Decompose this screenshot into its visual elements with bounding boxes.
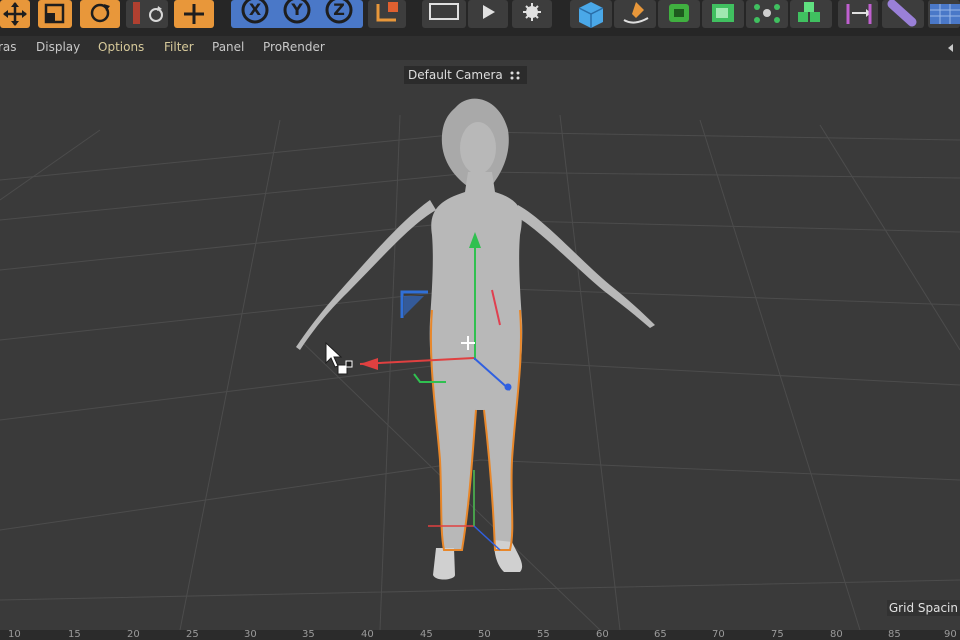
ruler-tick: 30 bbox=[244, 630, 257, 640]
ruler-tick: 55 bbox=[537, 630, 550, 640]
ruler-tick: 40 bbox=[361, 630, 374, 640]
character-arm-left bbox=[296, 200, 436, 350]
cube-object-button[interactable] bbox=[570, 0, 612, 28]
camera-label-text: Default Camera bbox=[408, 68, 503, 82]
viewport-menubar: ras Display Options Filter Panel ProRend… bbox=[0, 36, 960, 60]
ruler-tick: 65 bbox=[654, 630, 667, 640]
character-head bbox=[460, 122, 496, 174]
fields-button[interactable] bbox=[838, 0, 878, 28]
floor-object-button[interactable] bbox=[928, 0, 960, 28]
y-axis-button-label: Y bbox=[290, 0, 303, 19]
ruler-tick: 20 bbox=[127, 630, 140, 640]
camera-icon bbox=[887, 0, 917, 27]
ruler-tick: 35 bbox=[302, 630, 315, 640]
rotate-tool-button[interactable] bbox=[80, 0, 120, 28]
character-shoe-left bbox=[433, 548, 455, 580]
camera-dots-icon bbox=[510, 71, 520, 80]
subdivision-button[interactable] bbox=[658, 0, 700, 28]
coordinate-system-button[interactable] bbox=[368, 0, 406, 28]
render-settings-button[interactable] bbox=[512, 0, 552, 28]
axis-lock-group: X Y Z bbox=[231, 0, 363, 28]
menu-panel[interactable]: Panel bbox=[212, 40, 244, 54]
ruler-tick: 50 bbox=[478, 630, 491, 640]
render-view-icon bbox=[483, 5, 495, 19]
move-icon bbox=[3, 2, 27, 26]
menu-filter[interactable]: Filter bbox=[164, 40, 194, 54]
mograph-icon bbox=[754, 4, 780, 23]
render-region-icon bbox=[429, 3, 459, 20]
grid-spacing-label: Grid Spacin bbox=[886, 600, 960, 616]
render-region-button[interactable] bbox=[422, 0, 466, 28]
viewport-scene bbox=[0, 98, 960, 630]
ruler-tick: 45 bbox=[420, 630, 433, 640]
generators-icon bbox=[712, 4, 734, 22]
x-axis-button-label: X bbox=[249, 0, 262, 19]
deformers-button[interactable] bbox=[790, 0, 832, 28]
ruler-tick: 85 bbox=[888, 630, 901, 640]
perspective-viewport[interactable]: Default Camera Grid Spacin bbox=[0, 60, 960, 630]
menu-prorender[interactable]: ProRender bbox=[263, 40, 325, 54]
fields-icon bbox=[846, 4, 872, 24]
ruler-tick: 90 bbox=[944, 630, 957, 640]
menu-options[interactable]: Options bbox=[98, 40, 144, 54]
recent-tools-icon bbox=[133, 2, 163, 24]
panel-arrows-icon[interactable] bbox=[946, 42, 958, 54]
spline-pen-icon bbox=[623, 2, 649, 24]
add-icon bbox=[184, 4, 204, 24]
spline-pen-button[interactable] bbox=[614, 0, 656, 28]
mograph-button[interactable] bbox=[746, 0, 788, 28]
scale-icon bbox=[44, 3, 65, 24]
ruler-tick: 60 bbox=[596, 630, 609, 640]
menu-display[interactable]: Display bbox=[36, 40, 80, 54]
recent-tools-button[interactable] bbox=[126, 0, 168, 28]
z-axis-button-label: Z bbox=[333, 0, 345, 19]
render-settings-icon bbox=[523, 3, 541, 21]
ruler-tick: 25 bbox=[186, 630, 199, 640]
ruler-tick: 10 bbox=[8, 630, 21, 640]
ruler-tick: 70 bbox=[712, 630, 725, 640]
coordinate-system-icon bbox=[376, 2, 398, 22]
cube-icon bbox=[578, 2, 604, 28]
menu-cameras[interactable]: ras bbox=[0, 40, 17, 54]
ruler-tick: 80 bbox=[830, 630, 843, 640]
deformers-icon bbox=[798, 2, 820, 22]
generators-button[interactable] bbox=[702, 0, 744, 28]
subdivision-icon bbox=[669, 4, 689, 22]
camera-object-button[interactable] bbox=[882, 0, 924, 28]
character-shoe-right bbox=[494, 540, 523, 572]
scale-tool-button[interactable] bbox=[38, 0, 72, 28]
timeline-ruler[interactable]: 10 15 20 25 30 35 40 45 50 55 60 65 70 7… bbox=[0, 630, 960, 640]
floor-icon bbox=[930, 4, 960, 24]
main-toolbar: X Y Z bbox=[0, 0, 960, 36]
rotate-icon bbox=[90, 3, 110, 23]
add-object-button[interactable] bbox=[174, 0, 214, 28]
camera-label[interactable]: Default Camera bbox=[404, 66, 527, 84]
render-view-button[interactable] bbox=[468, 0, 508, 28]
move-tool-button[interactable] bbox=[0, 0, 30, 28]
ruler-tick: 75 bbox=[771, 630, 784, 640]
ruler-tick: 15 bbox=[68, 630, 81, 640]
